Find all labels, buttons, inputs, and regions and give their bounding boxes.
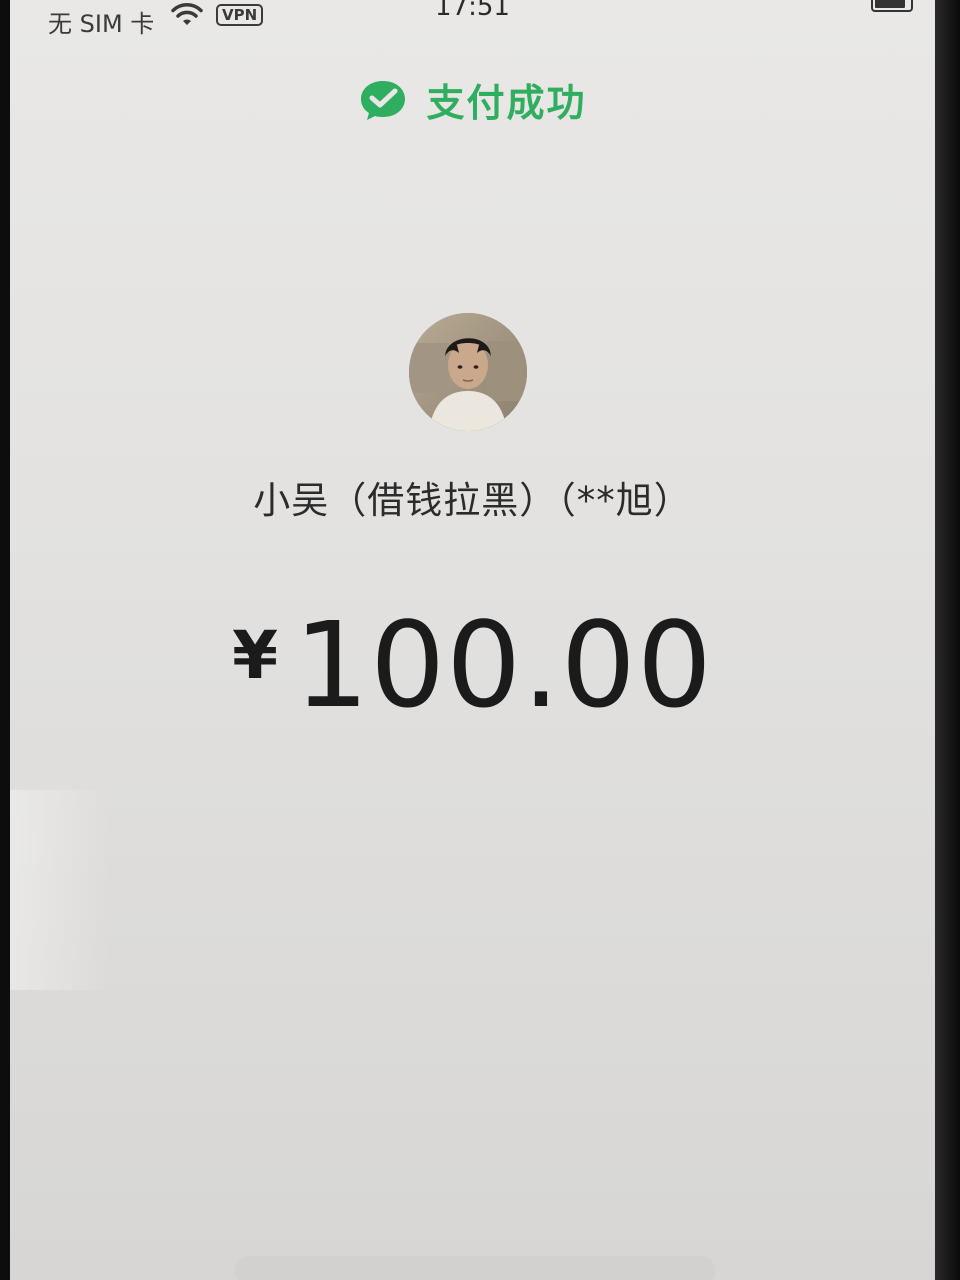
payee-name: 小吴（借钱拉黑）（**旭） bbox=[253, 479, 692, 522]
payment-success-title: 支付成功 bbox=[426, 81, 587, 125]
clock: 17:51 bbox=[435, 0, 510, 22]
wechat-pay-check-icon bbox=[361, 80, 406, 120]
bottom-panel-edge bbox=[235, 1256, 715, 1280]
status-bar: 无 SIM 卡 VPN 17:51 bbox=[10, 0, 935, 38]
payment-amount: ¥100.00 bbox=[10, 596, 935, 734]
avatar bbox=[409, 313, 527, 431]
amount-value: 100.00 bbox=[294, 596, 713, 734]
battery-icon bbox=[871, 0, 913, 12]
payment-status-header: 支付成功 bbox=[10, 72, 935, 125]
currency-symbol: ¥ bbox=[232, 617, 279, 694]
screen-glare bbox=[10, 790, 110, 990]
payment-success-screen: 无 SIM 卡 VPN 17:51 支付成功 小吴（借钱拉黑）（**旭） ¥ 1… bbox=[10, 0, 935, 1280]
device-bezel bbox=[935, 0, 960, 1280]
